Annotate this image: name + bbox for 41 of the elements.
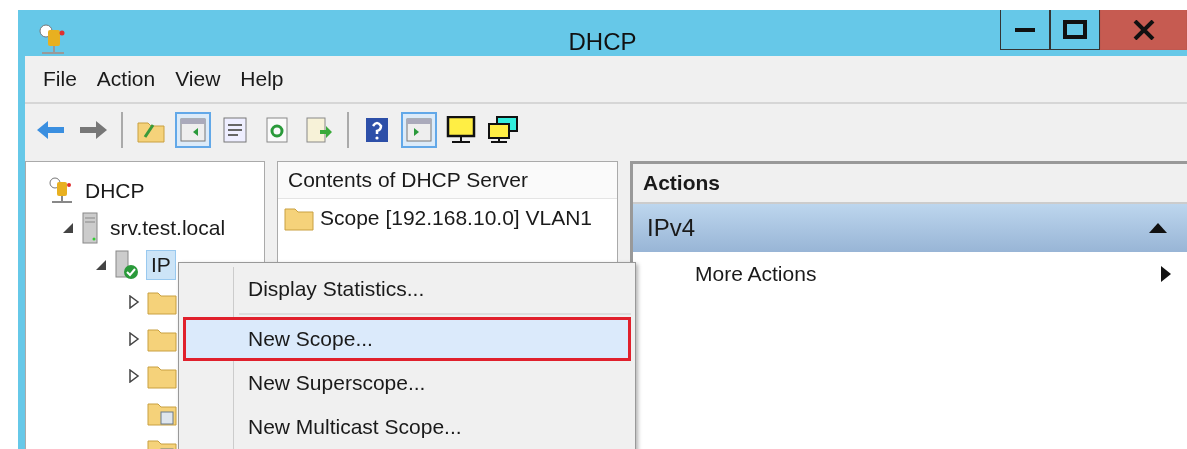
- section-title: IPv4: [647, 214, 696, 242]
- back-arrow-icon: [36, 119, 66, 141]
- context-menu-item[interactable]: Display Statistics...: [183, 267, 631, 311]
- minimize-icon: [1015, 27, 1035, 32]
- minimize-button[interactable]: [1000, 10, 1050, 50]
- server-check-icon: [114, 249, 140, 280]
- menu-item[interactable]: File: [35, 63, 85, 95]
- close-icon: [1132, 19, 1155, 40]
- section-header[interactable]: IPv4: [633, 204, 1187, 252]
- monitors-icon: [487, 116, 519, 144]
- properties-icon: [223, 117, 247, 143]
- list-item[interactable]: Scope [192.168.10.0] VLAN1: [320, 206, 593, 230]
- pane-icon: [406, 118, 432, 142]
- window-title: DHCP: [568, 28, 637, 56]
- tree-item[interactable]: IP: [146, 249, 176, 280]
- server-icon: [81, 211, 99, 244]
- monitor-icon: [446, 116, 476, 144]
- maximize-button[interactable]: [1050, 10, 1100, 50]
- collapsed-arrow-icon[interactable]: [127, 294, 141, 309]
- export-list-icon: [306, 117, 332, 143]
- context-menu-item[interactable]: New Scope...: [183, 317, 631, 361]
- action-link[interactable]: More Actions: [695, 262, 817, 286]
- actions-header: Actions: [633, 164, 1187, 204]
- tree-item[interactable]: DHCP: [80, 175, 150, 206]
- menu-item[interactable]: View: [167, 63, 229, 95]
- close-button[interactable]: [1100, 10, 1187, 50]
- context-menu-item[interactable]: New Multicast Scope...: [183, 405, 631, 449]
- collapsed-arrow-icon[interactable]: [127, 331, 141, 346]
- context-menu-item[interactable]: New Superscope...: [183, 361, 631, 405]
- column-header[interactable]: Contents of DHCP Server: [278, 162, 617, 199]
- collapsed-arrow-icon[interactable]: [127, 368, 141, 383]
- help-icon: [365, 117, 389, 143]
- tree-item[interactable]: srv.test.local: [105, 212, 231, 243]
- refresh-icon: [266, 117, 288, 143]
- folder-icon: [284, 205, 314, 231]
- forward-arrow-icon: [78, 119, 108, 141]
- menu-item[interactable]: Action: [88, 63, 164, 95]
- menu-item[interactable]: Help: [232, 63, 292, 95]
- dhcp-server-icon: [48, 176, 74, 205]
- maximize-icon: [1063, 19, 1087, 40]
- pane-icon: [180, 118, 206, 142]
